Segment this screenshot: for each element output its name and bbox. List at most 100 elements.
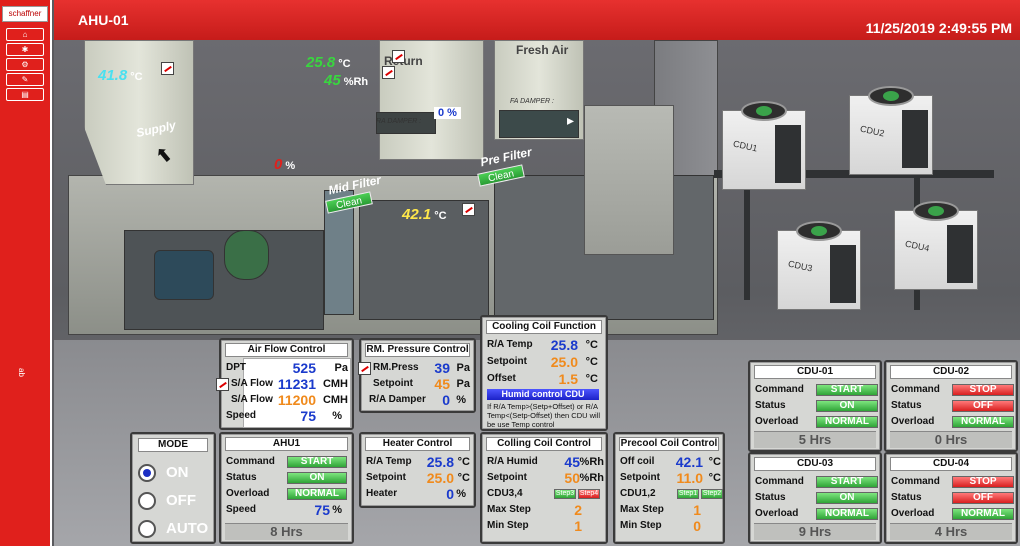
- mode-on-radio[interactable]: [138, 464, 156, 482]
- colling-min-value[interactable]: 1: [574, 518, 582, 534]
- precool-step2-indicator: Step2: [701, 489, 723, 499]
- cdu-03-overload-label: Overload: [755, 508, 799, 519]
- cdu-02-command-label: Command: [891, 384, 940, 395]
- colling-humid-value: 45: [564, 454, 580, 470]
- colling-max-value[interactable]: 2: [574, 502, 582, 518]
- rm-setpoint-value[interactable]: 45: [434, 376, 450, 392]
- airflow-dpt-label: DPT: [226, 362, 246, 373]
- nav-button-3[interactable]: ⚙: [6, 58, 44, 71]
- ahu1-overload-indicator: NORMAL: [287, 488, 347, 500]
- heater-ra-temp-value: 25.8: [426, 454, 454, 470]
- return-rh-unit: %Rh: [343, 76, 369, 88]
- cdu-02-run-hours: 0 Hrs: [890, 431, 1012, 448]
- cdu-unit-4-label: CDU4: [904, 238, 931, 254]
- colling-humid-unit: %Rh: [579, 456, 604, 468]
- fan-motor: [154, 250, 214, 300]
- nav-button-2[interactable]: ✱: [6, 43, 44, 56]
- colling-setpoint-value[interactable]: 50: [564, 470, 580, 486]
- coil-temp-value: 42.1: [402, 206, 432, 223]
- precool-off-unit: °C: [708, 456, 721, 468]
- heater-unit: %: [456, 488, 466, 500]
- colling-max-label: Max Step: [487, 504, 531, 515]
- cooling-fn-title: Cooling Coil Function: [486, 320, 602, 334]
- page-title: AHU-01: [78, 12, 129, 28]
- cooling-fn-note: If R/A Temp>(Setp+Offset) or R/A Temp<(S…: [487, 402, 601, 429]
- sidebar-tag: ab: [16, 368, 26, 377]
- colling-coil-panel: Colling Coil Control R/A Humid 45 %Rh Setp…: [480, 432, 608, 544]
- precool-setpoint-unit: °C: [708, 472, 721, 484]
- cdu-02-command-button[interactable]: STOP: [952, 384, 1014, 396]
- cdu-02-panel: CDU-02 Command STOP Status OFF Overload NOR…: [884, 360, 1018, 452]
- coil-temp: 42.1 °C: [402, 206, 447, 223]
- cooling-fn-ra-temp-label: R/A Temp: [487, 339, 533, 350]
- precool-cdu-label: CDU1,2: [620, 488, 656, 499]
- nav-button-4[interactable]: ✎: [6, 73, 44, 86]
- ahu1-command-button[interactable]: START: [287, 456, 347, 468]
- precool-setpoint-value[interactable]: 11.0: [677, 470, 703, 486]
- rm-press-trend-icon[interactable]: [358, 362, 371, 375]
- mode-auto-label: AUTO: [166, 520, 209, 537]
- heater-setpoint-value[interactable]: 25.0: [427, 470, 454, 486]
- airflow-trend-icon[interactable]: [216, 378, 229, 391]
- airflow-sa-setpoint-value[interactable]: 11200: [278, 392, 316, 408]
- cdu-04-title: CDU-04: [890, 457, 1012, 471]
- cdu-03-command-button[interactable]: START: [816, 476, 878, 488]
- rm-pressure-panel: RM. Pressure Control RM.Press 39 Pa Setpoi…: [358, 338, 476, 413]
- cdu-unit-2: CDU2: [849, 86, 933, 175]
- coil-temp-trend-icon[interactable]: [462, 203, 475, 216]
- cdu-04-status-indicator: OFF: [952, 492, 1014, 504]
- ra-damper-label: RA DAMPER :: [376, 118, 422, 125]
- airflow-sa-setpoint-unit: CMH: [322, 394, 348, 406]
- cdu-02-status-label: Status: [891, 400, 922, 411]
- mode-title: MODE: [138, 438, 208, 452]
- rm-setpoint-label: Setpoint: [373, 378, 413, 389]
- airflow-sa-flow-value: 11231: [277, 376, 316, 392]
- mid-pct-value: 0: [274, 156, 283, 173]
- cdu-04-command-button[interactable]: STOP: [952, 476, 1014, 488]
- ahu1-run-hours: 8 Hrs: [225, 523, 348, 540]
- colling-title: Colling Coil Control: [486, 437, 602, 451]
- return-temp-trend-icon[interactable]: [392, 50, 405, 63]
- cdu-01-command-label: Command: [755, 384, 804, 395]
- cdu-03-command-label: Command: [755, 476, 804, 487]
- cdu-unit-1-label: CDU1: [732, 138, 759, 154]
- precool-title: Precool Coil Control: [619, 437, 719, 451]
- cdu-01-title: CDU-01: [754, 365, 876, 379]
- precool-step1-indicator: Step1: [677, 489, 699, 499]
- return-humidity: 45 %Rh: [324, 72, 368, 89]
- cdu-02-overload-indicator: NORMAL: [952, 416, 1014, 428]
- heater-ra-temp-unit: °C: [457, 456, 470, 468]
- ra-damper-value: 0 %: [434, 107, 461, 119]
- cooling-fn-offset-value[interactable]: 1.5: [559, 371, 578, 387]
- cdu-unit-2-label: CDU2: [859, 123, 886, 139]
- fresh-air-label: Fresh Air: [516, 43, 569, 57]
- nav-button-1[interactable]: ⌂: [6, 28, 44, 41]
- ahu1-speed-label: Speed: [226, 504, 257, 515]
- airflow-sa-setpoint-label: S/A Flow: [231, 394, 273, 405]
- ahu1-command-label: Command: [226, 456, 275, 467]
- precool-max-value[interactable]: 1: [693, 502, 701, 518]
- mode-off-radio[interactable]: [138, 492, 156, 510]
- ahu1-status-indicator: ON: [287, 472, 347, 484]
- heater-panel: Heater Control R/A Temp 25.8 °C Setpoint 25…: [359, 432, 476, 508]
- cooling-fn-setpoint-value[interactable]: 25.0: [551, 354, 578, 370]
- return-rh-trend-icon[interactable]: [382, 66, 395, 79]
- nav-button-5[interactable]: ▤: [6, 88, 44, 101]
- cdu-01-command-button[interactable]: START: [816, 384, 878, 396]
- airflow-title: Air Flow Control: [225, 343, 348, 357]
- mode-auto-radio[interactable]: [138, 520, 156, 538]
- colling-step4-indicator: Step4: [578, 489, 600, 499]
- return-rh-value: 45: [324, 72, 341, 89]
- cdu-04-command-label: Command: [891, 476, 940, 487]
- precool-min-value[interactable]: 0: [693, 518, 701, 534]
- colling-step3-indicator: Step3: [554, 489, 576, 499]
- humid-control-cdu-button[interactable]: Humid control CDU: [487, 389, 599, 400]
- cdu-01-status-label: Status: [755, 400, 786, 411]
- supply-temp-trend-icon[interactable]: [161, 62, 174, 75]
- fan-wheel: [224, 230, 269, 280]
- rm-press-value: 39: [434, 360, 450, 376]
- cdu-03-overload-indicator: NORMAL: [816, 508, 878, 520]
- cdu-01-panel: CDU-01 Command START Status ON Overload NOR…: [748, 360, 882, 452]
- precool-setpoint-label: Setpoint: [620, 472, 660, 483]
- colling-setpoint-label: Setpoint: [487, 472, 527, 483]
